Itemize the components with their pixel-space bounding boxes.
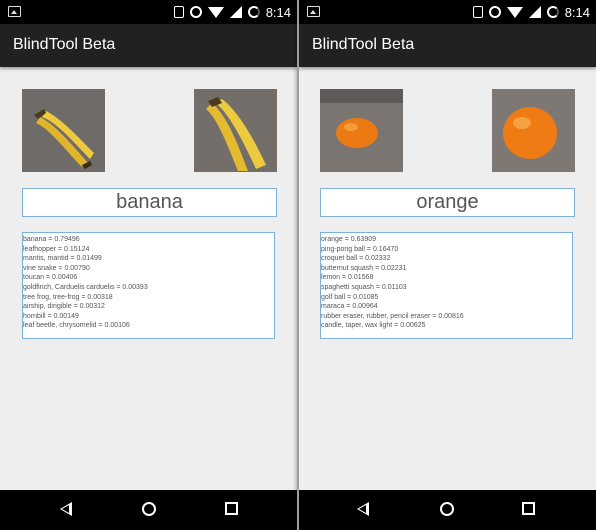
navigation-bar [299, 490, 596, 530]
gallery-icon [307, 6, 320, 17]
alarm-icon [488, 6, 501, 18]
result-line: goldfinch, Carduelis carduelis = 0.00393 [23, 283, 148, 291]
result-line: golf ball = 0.01085 [321, 293, 379, 301]
recents-icon[interactable] [225, 502, 238, 515]
wifi-icon [207, 6, 224, 18]
result-line: croquet ball = 0.02332 [321, 255, 391, 263]
app-bar: BlindTool Beta [0, 24, 297, 67]
result-line: airship, dirigible = 0.00312 [23, 303, 105, 311]
home-icon[interactable] [142, 502, 156, 516]
result-line: ping-pong ball = 0.16470 [321, 245, 399, 253]
result-line: butternut squash = 0.02231 [321, 264, 407, 272]
status-bar: 8:14 [0, 0, 297, 24]
left-screen: 8:14 BlindTool Beta banana banana = 0.79… [0, 0, 297, 530]
status-icons: 8:14 [173, 0, 291, 24]
battery-icon [247, 6, 260, 18]
camera-preview-image [22, 89, 105, 172]
result-line: orange = 0.63909 [321, 236, 377, 243]
captured-frame-image [492, 89, 575, 172]
prediction-label: orange [320, 188, 575, 217]
result-line: tree frog, tree-frog = 0.00318 [23, 293, 113, 301]
app-title: BlindTool Beta [13, 36, 116, 53]
navigation-bar [0, 490, 297, 530]
captured-frame-image [194, 89, 277, 172]
status-time: 8:14 [564, 4, 590, 20]
result-line: leaf beetle, chrysomelid = 0.00106 [23, 322, 130, 330]
result-line: spaghetti squash = 0.01103 [321, 283, 407, 291]
gallery-icon [8, 6, 21, 17]
back-icon[interactable] [60, 502, 72, 516]
result-line: maraca = 0.00964 [321, 303, 378, 311]
result-line: hornbill = 0.00149 [23, 312, 79, 320]
status-bar: 8:14 [299, 0, 596, 24]
result-line: mantis, mantid = 0.01499 [23, 255, 102, 263]
results-list: orange = 0.63909 ping-pong ball = 0.1647… [320, 232, 573, 339]
result-line: toucan = 0.00406 [23, 274, 78, 282]
battery-icon [546, 6, 559, 18]
right-screen: 8:14 BlindTool Beta orange orange = 0.63… [299, 0, 596, 530]
result-line: leafhopper = 0.15124 [23, 245, 90, 253]
alarm-icon [189, 6, 202, 18]
result-line: lemon = 0.01568 [321, 274, 374, 282]
prediction-label: banana [22, 188, 277, 217]
app-title: BlindTool Beta [312, 36, 415, 53]
camera-preview-image [320, 89, 403, 172]
vibrate-icon [472, 6, 483, 18]
result-line: banana = 0.79496 [23, 236, 80, 243]
recents-icon[interactable] [522, 502, 535, 515]
status-time: 8:14 [265, 4, 291, 20]
back-icon[interactable] [357, 502, 369, 516]
wifi-icon [506, 6, 523, 18]
screenshot-pair: 8:14 BlindTool Beta banana banana = 0.79… [0, 0, 596, 530]
result-line: rubber eraser, rubber, pencil eraser = 0… [321, 312, 464, 320]
status-icons: 8:14 [472, 0, 590, 24]
results-list: banana = 0.79496 leafhopper = 0.15124 ma… [22, 232, 275, 339]
result-line: vine snake = 0.00790 [23, 264, 90, 272]
app-bar: BlindTool Beta [299, 24, 596, 67]
vibrate-icon [173, 6, 184, 18]
home-icon[interactable] [440, 502, 454, 516]
signal-icon [528, 6, 541, 18]
signal-icon [229, 6, 242, 18]
result-line: candle, taper, wax light = 0.00625 [321, 322, 426, 330]
